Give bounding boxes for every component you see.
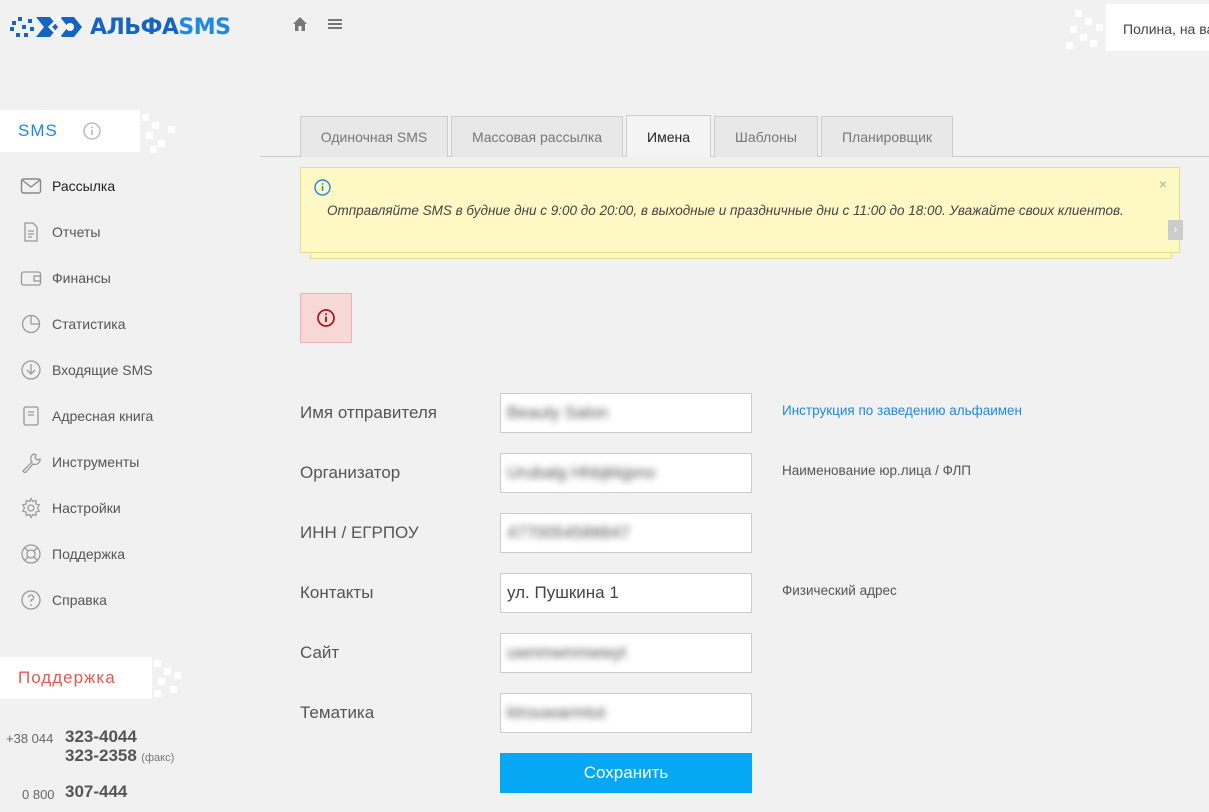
gear-icon bbox=[21, 497, 41, 519]
sidebar-item-statistics[interactable]: Статистика bbox=[0, 301, 220, 347]
contacts-hint: Физический адрес bbox=[782, 583, 897, 598]
alert-icon bbox=[317, 309, 335, 327]
tab-mass-mailing[interactable]: Массовая рассылка bbox=[451, 116, 623, 157]
support-title: Поддержка bbox=[18, 668, 116, 687]
phone-free-code: 0 800 bbox=[22, 787, 55, 802]
close-icon[interactable]: × bbox=[1159, 176, 1167, 192]
tax-id-label: ИНН / ЕГРПОУ bbox=[300, 523, 419, 542]
phone-free[interactable]: 307-444 bbox=[65, 782, 127, 802]
logo[interactable]: АЛЬФАSMS bbox=[10, 12, 231, 42]
organizer-label: Организатор bbox=[300, 463, 401, 482]
user-greeting[interactable]: Полина, на ва bbox=[1106, 4, 1209, 51]
user-greeting-text: Полина, на ва bbox=[1123, 21, 1209, 37]
contacts-label: Контакты bbox=[300, 583, 374, 602]
download-icon bbox=[21, 360, 41, 380]
pie-chart-icon bbox=[21, 314, 41, 334]
sidebar-item-label: Статистика bbox=[52, 316, 126, 332]
tab-single-sms[interactable]: Одиночная SMS bbox=[300, 116, 448, 157]
sidebar-item-label: Настройки bbox=[52, 500, 121, 516]
wrench-icon bbox=[22, 453, 41, 473]
sidebar-item-tools[interactable]: Инструменты bbox=[0, 439, 220, 485]
sidebar-item-settings[interactable]: Настройки bbox=[0, 485, 220, 531]
sidebar-item-support[interactable]: Поддержка bbox=[0, 531, 220, 577]
tax-id-input[interactable]: 4770054588847 bbox=[500, 513, 752, 553]
logo-mark bbox=[10, 13, 88, 41]
lifebuoy-icon bbox=[21, 544, 41, 564]
topic-input[interactable]: ktrouwarmtut bbox=[500, 693, 752, 733]
error-alert bbox=[300, 293, 352, 343]
info-icon[interactable] bbox=[83, 122, 101, 140]
sidebar-item-address-book[interactable]: Адресная книга bbox=[0, 393, 220, 439]
sidebar-item-label: Поддержка bbox=[52, 546, 126, 562]
sidebar-item-reports[interactable]: Отчеты bbox=[0, 209, 220, 255]
notice-text: Отправляйте SMS в будние дни с 9:00 до 2… bbox=[327, 203, 1124, 218]
question-icon bbox=[21, 590, 41, 610]
alphaname-instruction-link[interactable]: Инструкция по заведению альфаимен bbox=[782, 403, 1022, 418]
topic-label: Тематика bbox=[300, 703, 375, 722]
notice-banner: Отправляйте SMS в будние дни с 9:00 до 2… bbox=[300, 167, 1180, 253]
sidebar-item-label: Адресная книга bbox=[52, 408, 154, 424]
logo-text-sms: SMS bbox=[178, 14, 231, 40]
address-book-icon bbox=[23, 406, 39, 426]
tab-scheduler[interactable]: Планировщик bbox=[821, 116, 953, 157]
sidebar-item-label: Финансы bbox=[52, 270, 111, 286]
sidebar-item-label: Отчеты bbox=[52, 224, 101, 240]
home-icon[interactable] bbox=[290, 14, 310, 34]
envelope-icon bbox=[20, 178, 42, 194]
wallet-icon bbox=[20, 271, 42, 286]
organizer-hint: Наименование юр.лица / ФЛП bbox=[782, 463, 972, 478]
sidebar-item-label: Справка bbox=[52, 592, 107, 608]
notice-next-arrow[interactable]: › bbox=[1168, 220, 1183, 240]
sender-name-label: Имя отправителя bbox=[300, 403, 437, 422]
sidebar-item-label: Рассылка bbox=[52, 178, 116, 194]
fax-label: (факс) bbox=[141, 752, 175, 764]
sidebar-item-label: Входящие SMS bbox=[52, 362, 153, 378]
sidebar-section-title: SMS bbox=[18, 121, 58, 140]
sidebar-item-finance[interactable]: Финансы bbox=[0, 255, 220, 301]
phone-kyiv-main[interactable]: 323-4044 bbox=[65, 727, 137, 747]
phone-kyiv-code: +38 044 bbox=[6, 731, 54, 746]
logo-emblem-icon bbox=[10, 17, 82, 37]
sender-name-input[interactable]: Beauty Salon bbox=[500, 393, 752, 433]
sidebar-item-rassylka[interactable]: Рассылка bbox=[0, 163, 220, 209]
sidebar-item-label: Инструменты bbox=[52, 454, 140, 470]
tab-templates[interactable]: Шаблоны bbox=[714, 116, 818, 157]
logo-text: АЛЬФАSMS bbox=[90, 15, 231, 40]
info-icon bbox=[314, 179, 331, 196]
phone-kyiv-fax[interactable]: 323-2358 (факс) bbox=[65, 746, 174, 766]
sidebar-menu: Рассылка Отчеты Финансы Статистика Входя… bbox=[0, 163, 220, 623]
tab-names[interactable]: Имена bbox=[626, 115, 711, 157]
menu-icon[interactable] bbox=[325, 14, 345, 34]
website-input[interactable]: uwnmwnmwwyt bbox=[500, 633, 752, 673]
document-icon bbox=[24, 222, 38, 242]
website-label: Сайт bbox=[300, 643, 340, 662]
sidebar-section-header: SMS bbox=[0, 110, 140, 152]
contacts-input[interactable]: ул. Пушкина 1 bbox=[500, 573, 752, 613]
support-header: Поддержка bbox=[0, 657, 152, 699]
save-button[interactable]: Сохранить bbox=[500, 753, 752, 793]
sidebar-item-incoming[interactable]: Входящие SMS bbox=[0, 347, 220, 393]
logo-text-main: АЛЬФА bbox=[90, 14, 179, 40]
organizer-input[interactable]: Urubalg Hhbjkkjpno bbox=[500, 453, 752, 493]
sidebar-item-help[interactable]: Справка bbox=[0, 577, 220, 623]
